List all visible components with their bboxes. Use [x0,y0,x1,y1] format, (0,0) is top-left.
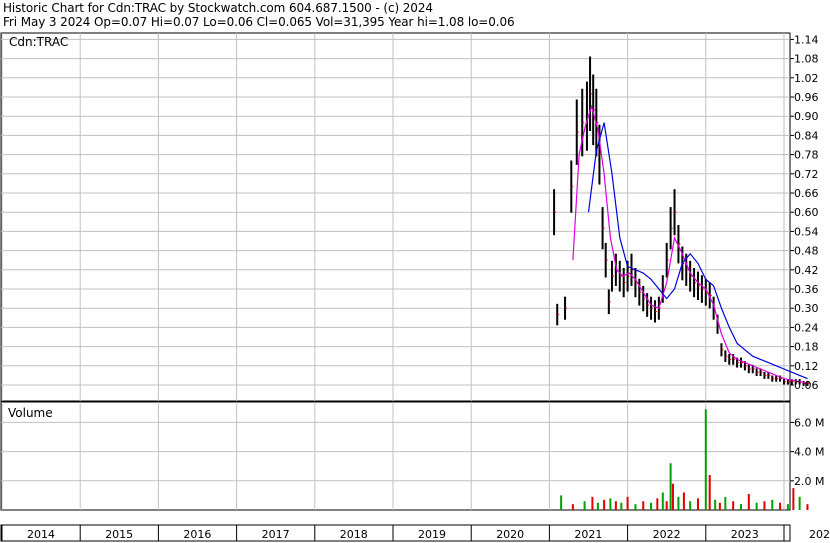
y-tick-label: 0.06 [794,379,819,392]
x-tick-label: 2021 [574,528,602,541]
y-tick-label: 0.24 [794,321,819,334]
volume-tick-label: 6.0 M [794,416,824,429]
price-volume-chart: 1.14 1.08 1.02 0.96 0.90 0.84 0.78 0.72 0.66 0.60… [0,32,830,542]
price-panel-frame [0,32,791,402]
symbol-label: Cdn:TRAC [9,35,68,49]
y-tick-label: 0.36 [794,283,819,296]
price-axis: 1.14 1.08 1.02 0.96 0.90 0.84 0.78 0.72 0.66 0.60… [790,33,819,392]
y-tick-label: 0.72 [794,168,819,181]
y-tick-label: 0.96 [794,91,819,104]
volume-tick-label: 4.0 M [794,446,824,459]
grid [1,33,790,541]
y-tick-label: 1.08 [794,53,819,66]
x-tick-label: 2020 [496,528,524,541]
x-tick-label: 2024 [809,528,830,541]
y-tick-label: 0.78 [794,149,819,162]
date-axis: 2014 2015 2016 2017 2018 2019 2020 2021 2022 2023… [27,528,830,541]
y-tick-label: 0.42 [794,264,819,277]
x-tick-label: 2014 [27,528,55,541]
x-tick-label: 2015 [105,528,133,541]
chart-page: Historic Chart for Cdn:TRAC by Stockwatc… [0,0,830,543]
y-tick-label: 0.90 [794,110,819,123]
x-tick-label: 2017 [262,528,290,541]
y-tick-label: 0.60 [794,206,819,219]
volume-tick-label: 2.0 M [794,475,824,488]
y-tick-label: 0.12 [794,360,819,373]
volume-series [560,409,809,510]
y-tick-label: 0.18 [794,341,819,354]
x-tick-label: 2019 [418,528,446,541]
y-tick-label: 0.84 [794,129,819,142]
x-tick-label: 2023 [731,528,759,541]
y-tick-label: 0.48 [794,245,819,258]
y-tick-label: 0.54 [794,225,819,238]
y-tick-label: 1.02 [794,72,819,85]
y-tick-label: 0.30 [794,302,819,315]
y-tick-label: 1.14 [794,33,819,46]
x-tick-label: 2016 [183,528,211,541]
x-tick-label: 2018 [340,528,368,541]
x-tick-label: 2022 [653,528,681,541]
y-tick-label: 0.66 [794,187,819,200]
volume-panel-frame [0,401,791,511]
volume-label: Volume [8,406,53,420]
price-series [553,56,810,386]
volume-axis: 6.0 M 4.0 M 2.0 M [790,416,824,488]
